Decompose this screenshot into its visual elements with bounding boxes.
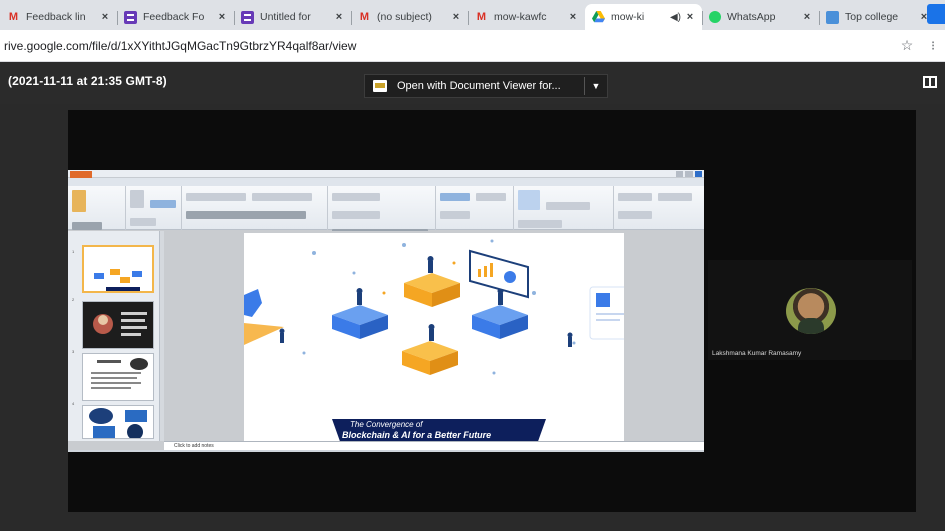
close-tab-icon[interactable]: × (450, 11, 462, 23)
pp-status-bar (68, 450, 704, 452)
document-viewer-icon (373, 80, 387, 92)
tab-title: Feedback Fo (143, 11, 205, 23)
college-icon (826, 10, 839, 24)
pp-title-bar (68, 170, 704, 178)
drive-viewer: (2021-11-11 at 21:35 GMT-8) Open with Do… (0, 62, 945, 531)
ribbon-group (614, 186, 702, 230)
ribbon-group (68, 186, 126, 248)
slide-title-banner: The Convergence of Blockchain & AI for a… (332, 419, 546, 441)
slide-illustration (244, 239, 624, 375)
participant-name: Lakshmana Kumar Ramasamy (712, 350, 802, 357)
pp-file-button (70, 171, 92, 178)
close-tab-icon[interactable]: × (216, 11, 228, 23)
slide-thumbnail[interactable] (82, 301, 154, 349)
tab-untitled-form[interactable]: Untitled for × (234, 4, 351, 30)
gmail-icon: M (476, 11, 487, 23)
speaker-icon[interactable]: ◀) (670, 12, 681, 23)
forms-icon (241, 10, 254, 24)
popout-icon[interactable] (923, 76, 937, 88)
participant-tile: Lakshmana Kumar Ramasamy (708, 260, 912, 360)
thumbnail-number: 3 (72, 349, 75, 354)
tab-mow-mail[interactable]: M mow-kawfc × (468, 4, 585, 30)
tab-whatsapp[interactable]: WhatsApp × (702, 4, 819, 30)
video-player[interactable]: 1 2 3 4 The Convergence of Blockchain & … (68, 110, 916, 512)
slide-caption-line1: The Convergence of (350, 420, 423, 429)
gmail-icon: M (8, 11, 19, 23)
chevron-down-icon[interactable]: ▼ (585, 81, 607, 91)
pp-ribbon-tabs (68, 178, 704, 186)
tab-title: mow-kawfc (494, 11, 547, 23)
close-tab-icon[interactable]: × (684, 11, 696, 23)
open-with-label: Open with Document Viewer for... (397, 80, 561, 92)
screen: M Feedback lin × Feedback Fo × Untitled … (0, 0, 945, 531)
tab-feedback-link[interactable]: M Feedback lin × (0, 4, 117, 30)
ribbon-group (182, 186, 328, 230)
ribbon-group (514, 186, 614, 230)
open-with-button[interactable]: Open with Document Viewer for... ▼ (364, 74, 608, 98)
close-tab-icon[interactable]: × (567, 11, 579, 23)
slide-thumbnail[interactable] (82, 245, 154, 293)
gmail-icon: M (359, 11, 370, 23)
tab-title: Untitled for (260, 11, 311, 23)
close-tab-icon[interactable]: × (99, 11, 111, 23)
extension-puzzle-icon[interactable]: ⁝ (931, 38, 945, 54)
slide-canvas: The Convergence of Blockchain & AI for a… (164, 231, 704, 441)
tab-title: WhatsApp (727, 11, 776, 23)
current-slide: The Convergence of Blockchain & AI for a… (244, 233, 624, 441)
slide-thumbnail[interactable] (82, 353, 154, 401)
tab-feedback-form[interactable]: Feedback Fo × (117, 4, 234, 30)
screen-share: 1 2 3 4 The Convergence of Blockchain & … (68, 170, 704, 452)
tab-title: Feedback lin (26, 11, 86, 23)
ribbon-group (328, 186, 436, 237)
close-tab-icon[interactable]: × (333, 11, 345, 23)
tab-title: (no subject) (377, 11, 432, 23)
thumbnail-number: 2 (72, 297, 75, 302)
slide-thumbnail[interactable] (82, 405, 154, 439)
url-field[interactable]: rive.google.com/file/d/1xXYithtJGqMGacTn… (0, 39, 897, 53)
whatsapp-icon (709, 11, 721, 23)
extension-icon[interactable] (927, 4, 945, 24)
forms-icon (124, 10, 137, 24)
notes-field[interactable]: Click to add notes (164, 441, 704, 450)
tab-title: mow-ki (611, 11, 645, 23)
tab-top-college[interactable]: Top college × (819, 4, 936, 30)
tab-title: Top college (845, 11, 899, 23)
slide-caption-line2: Blockchain & AI for a Better Future (342, 430, 492, 440)
slide-thumbnail-pane: 1 2 3 4 (68, 231, 160, 441)
thumbnail-number: 4 (72, 401, 75, 406)
avatar (786, 288, 836, 334)
window-controls (676, 171, 702, 177)
pp-ribbon (68, 186, 704, 248)
drive-icon (592, 11, 605, 24)
viewer-header: (2021-11-11 at 21:35 GMT-8) Open with Do… (0, 62, 945, 104)
tab-no-subject[interactable]: M (no subject) × (351, 4, 468, 30)
ribbon-group (126, 186, 182, 244)
address-bar: rive.google.com/file/d/1xXYithtJGqMGacTn… (0, 30, 945, 62)
file-title: (2021-11-11 at 21:35 GMT-8) (8, 74, 167, 88)
ribbon-group (436, 186, 514, 230)
tab-mow-drive[interactable]: mow-ki ◀) × (585, 4, 702, 30)
thumbnail-number: 1 (72, 249, 75, 254)
close-tab-icon[interactable]: × (801, 11, 813, 23)
tab-strip: M Feedback lin × Feedback Fo × Untitled … (0, 0, 945, 30)
bookmark-star-icon[interactable]: ☆ (897, 37, 917, 54)
